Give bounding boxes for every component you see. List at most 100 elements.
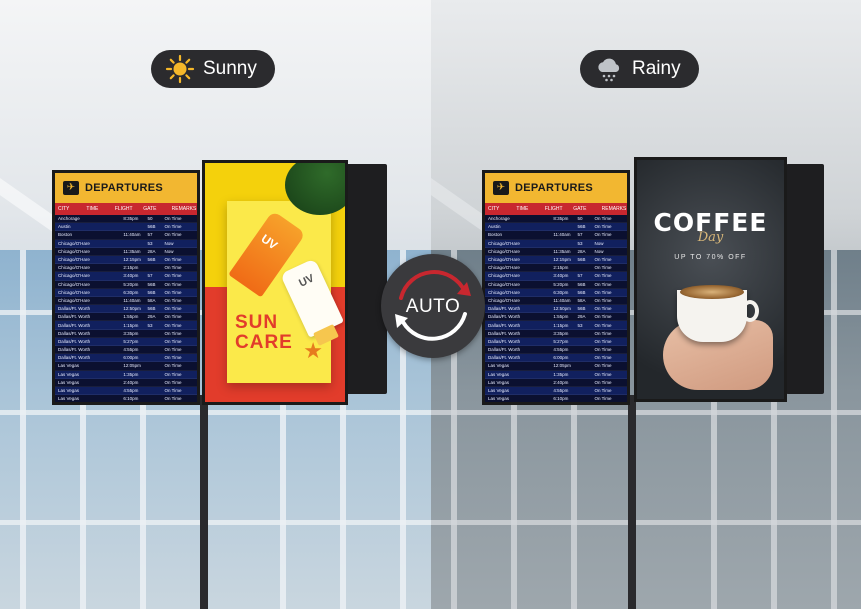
departure-cell: On Time xyxy=(164,322,182,328)
departure-cell: Now xyxy=(594,248,604,254)
departure-cell: Las Vegas xyxy=(488,388,510,394)
departure-row: Las Vegas 2:40pm On Time xyxy=(485,378,627,387)
departure-row: Chicago/O'Hare 6:30pm 56B On Time xyxy=(485,288,627,297)
departure-cell: 56B xyxy=(577,289,586,295)
departure-row: Las Vegas 12:05pm On Time xyxy=(485,362,627,371)
departure-cell: 2:15pm xyxy=(553,265,569,271)
departure-row: Austin 56B On Time xyxy=(55,223,197,232)
weather-label: Rainy xyxy=(632,58,681,79)
departure-cell: 3:40pm xyxy=(553,273,569,279)
departure-cell: Dallas/Ft. Worth xyxy=(488,338,521,344)
sunny-scene: Sunny ✈ DEPARTURES CITY TIME FLIGHT GATE… xyxy=(0,0,431,609)
departure-cell: Dallas/Ft. Worth xyxy=(58,322,91,328)
departure-row: Chicago/O'Hare 6:30pm 56B On Time xyxy=(55,288,197,297)
departure-cell: Las Vegas xyxy=(488,363,510,369)
departure-row: Dallas/Ft. Worth 6:00pm On Time xyxy=(485,354,627,363)
departure-row: Chicago/O'Hare 12:15pm 56B On Time xyxy=(485,255,627,265)
departure-cell: Anchorage xyxy=(58,216,80,222)
ad-headline: SUN CARE xyxy=(235,312,293,353)
departure-cell: Las Vegas xyxy=(58,371,80,377)
departure-cell: On Time xyxy=(164,273,182,279)
cup-handle xyxy=(741,300,759,322)
departure-cell: 56B xyxy=(147,224,156,230)
departure-cell: Boston xyxy=(58,232,73,238)
departure-row: Las Vegas8:05pm On Time xyxy=(485,403,627,405)
departure-cell: 56B xyxy=(147,257,156,263)
departure-cell: On Time xyxy=(594,273,612,279)
departure-cell: On Time xyxy=(164,379,182,385)
departure-cell: 3:35pm xyxy=(123,330,139,336)
departure-cell: On Time xyxy=(594,371,612,377)
departure-cell: On Time xyxy=(164,371,182,377)
departure-cell: On Time xyxy=(594,355,612,361)
departure-cell: Chicago/O'Hare xyxy=(58,248,90,254)
departure-cell: Dallas/Ft. Worth xyxy=(488,355,521,361)
departure-row: Chicago/O'Hare 3:40pm 57 On Time xyxy=(485,272,627,281)
departure-row: Dallas/Ft. Worth 3:35pm On Time xyxy=(485,329,627,338)
departure-cell: On Time xyxy=(164,232,182,238)
departure-cell: 3:35pm xyxy=(553,330,569,336)
departure-cell: Chicago/O'Hare xyxy=(58,265,90,271)
departure-cell: On Time xyxy=(594,363,612,369)
departure-cell: 29A xyxy=(577,314,586,320)
departure-cell: Dallas/Ft. Worth xyxy=(488,306,521,312)
departure-row: Dallas/Ft. Worth 5:27pm On Time xyxy=(55,337,197,346)
departures-rows: Anchorage 8:35pm 50 On Time Austin 56B On Time… xyxy=(55,215,197,405)
departure-cell: On Time xyxy=(594,281,612,287)
departure-cell: 8:05pm xyxy=(550,404,574,405)
departure-cell: Chicago/O'Hare xyxy=(488,257,520,263)
departure-cell: On Time xyxy=(594,216,612,222)
departure-cell: On Time xyxy=(164,224,182,230)
departure-cell: Boston xyxy=(488,232,503,238)
departure-row: Boston 11:40am 57 On Time xyxy=(55,231,197,240)
departure-cell: 56B xyxy=(577,224,586,230)
departure-row: Las Vegas 1:35pm On Time xyxy=(485,370,627,379)
departure-cell: Dallas/Ft. Worth xyxy=(488,330,521,336)
departure-cell: 1:35pm xyxy=(123,371,139,377)
departure-row: Chicago/O'Hare 11:40am 58A On Time xyxy=(485,296,627,306)
board-title: DEPARTURES xyxy=(85,182,163,194)
departure-cell: 6:00pm xyxy=(123,355,139,361)
departure-cell: 57 xyxy=(577,232,583,238)
departure-cell: Chicago/O'Hare xyxy=(58,281,90,287)
departure-cell: On Time xyxy=(594,232,612,238)
departure-cell: Las Vegas xyxy=(485,404,550,405)
departure-cell: On Time xyxy=(594,330,612,336)
departure-cell: Dallas/Ft. Worth xyxy=(58,355,91,361)
departure-cell: 8:05pm xyxy=(120,404,144,405)
departure-cell: On Time xyxy=(164,388,182,394)
departure-cell: 58A xyxy=(577,297,586,303)
display-stand-pole xyxy=(628,395,636,609)
coffee-ad: COFFEE Day UP TO 70% OFF xyxy=(634,157,787,402)
departure-cell: On Time xyxy=(594,257,612,263)
departure-cell: On Time xyxy=(164,281,182,287)
departure-cell: Dallas/Ft. Worth xyxy=(58,306,91,312)
departure-cell: 6:30pm xyxy=(123,289,139,295)
board-column-headers: CITY TIME FLIGHT GATE REMARKS xyxy=(55,203,197,215)
departure-cell: 12:05pm xyxy=(553,363,571,369)
departure-cell: Austin xyxy=(488,224,501,230)
departure-cell: On Time xyxy=(164,347,182,353)
departure-row: Chicago/O'Hare 53 Now xyxy=(485,239,627,248)
departure-cell: 56B xyxy=(577,257,586,263)
departure-cell: On Time xyxy=(164,314,182,320)
starfish-icon: ★ xyxy=(303,338,323,363)
departure-cell: 56B xyxy=(147,306,156,312)
departure-cell: Dallas/Ft. Worth xyxy=(58,314,91,320)
departure-cell: 2:40pm xyxy=(553,379,569,385)
departure-cell: Chicago/O'Hare xyxy=(488,265,520,271)
departure-cell: On Time xyxy=(594,297,612,303)
departure-cell: 1:15pm xyxy=(553,322,569,328)
departure-cell: On Time xyxy=(164,363,182,369)
departure-cell: 28A xyxy=(577,248,586,254)
departure-cell: On Time xyxy=(164,289,182,295)
departure-cell: On Time xyxy=(164,355,182,361)
departure-cell: 1:35pm xyxy=(553,371,569,377)
departure-row: Chicago/O'Hare 53 Now xyxy=(55,239,197,248)
weather-pill-sunny: Sunny xyxy=(151,50,275,88)
departure-cell: Las Vegas xyxy=(58,363,80,369)
departure-cell: 5:20pm xyxy=(553,281,569,287)
departure-cell: 11:35am xyxy=(553,248,571,254)
departure-row: Las Vegas 12:05pm On Time xyxy=(55,362,197,371)
departure-cell: 56B xyxy=(147,289,156,295)
